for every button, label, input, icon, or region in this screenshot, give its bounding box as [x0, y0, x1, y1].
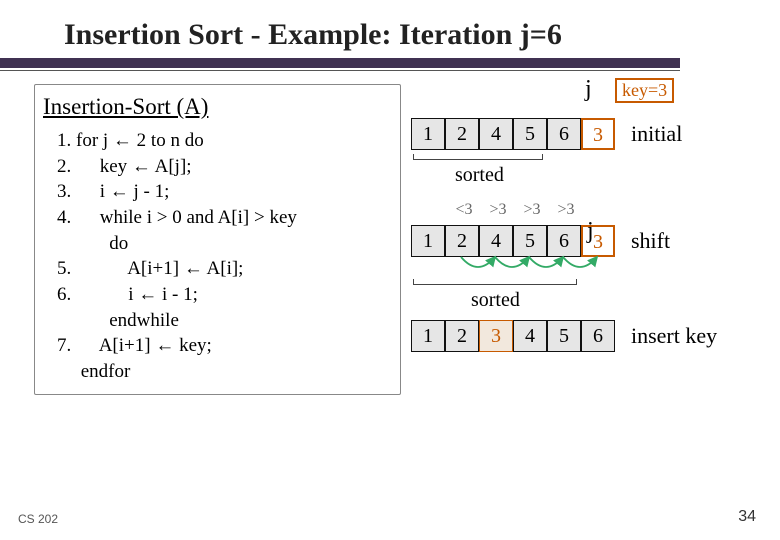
title-rule [0, 58, 680, 68]
cell: 5 [547, 320, 581, 352]
code-line: do [57, 231, 392, 257]
sorted-brace [413, 154, 543, 160]
cell: 1 [411, 225, 445, 257]
algorithm-panel: Insertion-Sort (A) 1. for j ← 2 to n do … [34, 84, 401, 395]
array-shift: 1 2 4 5 6 3 shift [411, 225, 758, 257]
code-line: 1. for j ← 2 to n do [57, 128, 392, 154]
cmp: >3 [481, 201, 515, 219]
code-line: 2. key ← A[j]; [57, 154, 392, 180]
cell: 4 [479, 225, 513, 257]
cmp: <3 [447, 201, 481, 219]
footer-left: CS 202 [18, 512, 58, 526]
cell: 5 [513, 118, 547, 150]
code-line: 7. A[i+1] ← key; [57, 333, 392, 359]
code-line: 5. A[i+1] ← A[i]; [57, 256, 392, 282]
cell: 1 [411, 320, 445, 352]
sorted-brace [413, 279, 577, 285]
key-box: key=3 [615, 78, 674, 103]
row-label: insert key [631, 324, 717, 347]
row-label: initial [631, 121, 682, 147]
comparisons: <3 >3 >3 >3 [447, 201, 758, 219]
cell: 5 [513, 225, 547, 257]
cell: 2 [445, 118, 479, 150]
code-line: endfor [57, 359, 392, 385]
algorithm-heading: Insertion-Sort (A) [43, 91, 392, 122]
cmp: >3 [515, 201, 549, 219]
code-line: endwhile [57, 308, 392, 334]
code-line: 4. while i > 0 and A[i] > key [57, 205, 392, 231]
cell: 4 [479, 118, 513, 150]
visualization: j key=3 1 2 4 5 6 3 initial sorted <3 >3… [411, 84, 758, 395]
j-marker: j [585, 76, 592, 103]
cell: 4 [513, 320, 547, 352]
page-title: Insertion Sort - Example: Iteration j=6 [64, 18, 758, 52]
cell: 6 [547, 225, 581, 257]
slide-number: 34 [738, 508, 756, 526]
pseudocode: 1. for j ← 2 to n do 2. key ← A[j]; 3. i… [43, 128, 392, 384]
cell-key: 3 [581, 118, 615, 150]
cell: 6 [581, 320, 615, 352]
cell: 2 [445, 320, 479, 352]
body: Insertion-Sort (A) 1. for j ← 2 to n do … [22, 84, 758, 395]
cell-inserted: 3 [479, 320, 513, 352]
cell-key: 3 [581, 225, 615, 257]
row-label: shift [631, 228, 670, 254]
code-line: 3. i ← j - 1; [57, 179, 392, 205]
cmp: >3 [549, 201, 583, 219]
cell: 2 [445, 225, 479, 257]
code-line: 6. i ← i - 1; [57, 282, 392, 308]
array-insert: 1 2 3 4 5 6 insert key [411, 320, 758, 352]
slide: Insertion Sort - Example: Iteration j=6 … [0, 0, 780, 540]
array-initial: 1 2 4 5 6 3 initial [411, 118, 758, 150]
cell: 6 [547, 118, 581, 150]
cell: 1 [411, 118, 445, 150]
sorted-label: sorted [471, 289, 758, 312]
sorted-label: sorted [455, 164, 758, 187]
